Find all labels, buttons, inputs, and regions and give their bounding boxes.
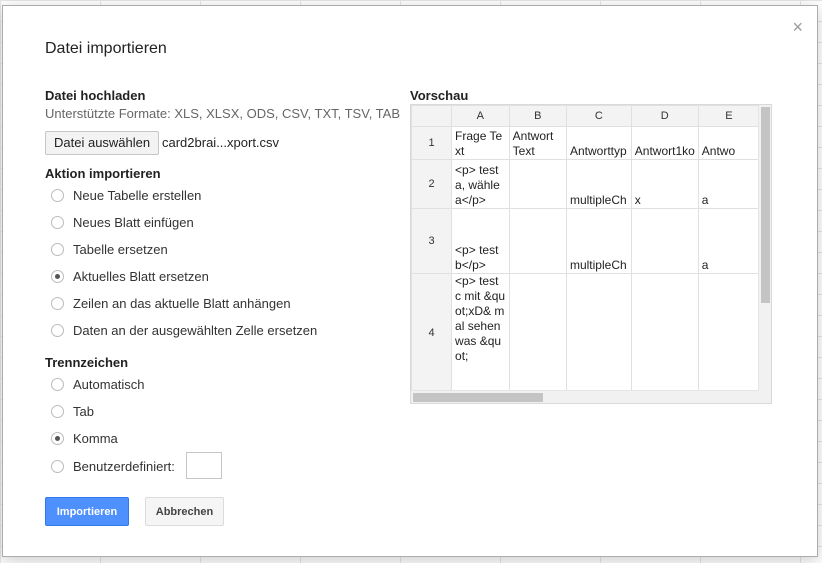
close-icon[interactable]: × bbox=[792, 18, 803, 36]
radio-separator-auto[interactable]: Automatisch bbox=[51, 377, 145, 392]
radio-separator-comma[interactable]: Komma bbox=[51, 431, 118, 446]
horizontal-scrollbar[interactable] bbox=[411, 390, 760, 403]
upload-heading: Datei hochladen bbox=[45, 88, 146, 103]
table-cell: Frage Text bbox=[451, 126, 510, 160]
radio-label: Daten an der ausgewählten Zelle ersetzen bbox=[73, 323, 318, 338]
dialog-title: Datei importieren bbox=[45, 40, 167, 57]
table-row: 2 <p> test a, wähle a</p> multipleCh x a bbox=[411, 159, 760, 209]
supported-formats: Unterstützte Formate: XLS, XLSX, ODS, CS… bbox=[45, 106, 400, 121]
radio-button[interactable] bbox=[51, 297, 64, 310]
radio-button[interactable] bbox=[51, 460, 64, 473]
table-cell: x bbox=[630, 159, 699, 209]
table-row: 3 <p> test b</p> multipleCh a bbox=[411, 208, 760, 274]
radio-label: Komma bbox=[73, 431, 118, 446]
table-cell: multipleCh bbox=[565, 159, 632, 209]
table-cell bbox=[697, 273, 760, 392]
vertical-scroll-thumb[interactable] bbox=[761, 107, 770, 303]
column-header-row: A B C D E bbox=[411, 105, 760, 127]
radio-insert-sheet[interactable]: Neues Blatt einfügen bbox=[51, 215, 194, 230]
row-number: 4 bbox=[411, 273, 453, 392]
preview-table: A B C D E 1 Frage Text Antwort Text Antw… bbox=[411, 105, 760, 392]
radio-label: Aktuelles Blatt ersetzen bbox=[73, 269, 209, 284]
table-cell bbox=[508, 273, 567, 392]
preview-heading: Vorschau bbox=[410, 88, 469, 103]
table-cell: multipleCh bbox=[565, 208, 632, 274]
column-header: A bbox=[451, 105, 510, 127]
table-cell bbox=[565, 273, 632, 392]
table-cell: <p> test a, wähle a</p> bbox=[451, 159, 510, 209]
table-cell: Antwort Text bbox=[508, 126, 567, 160]
horizontal-scroll-thumb[interactable] bbox=[413, 393, 543, 402]
row-number: 1 bbox=[411, 126, 453, 160]
separator-heading: Trennzeichen bbox=[45, 355, 129, 370]
table-cell bbox=[508, 159, 567, 209]
corner-cell bbox=[411, 105, 453, 127]
table-cell: <p> test c mit &quot;xD& mal sehen was &… bbox=[451, 273, 510, 392]
radio-separator-tab[interactable]: Tab bbox=[51, 404, 94, 419]
radio-label: Tab bbox=[73, 404, 94, 419]
column-header: C bbox=[565, 105, 632, 127]
radio-button[interactable] bbox=[51, 270, 64, 283]
vertical-scrollbar[interactable] bbox=[758, 105, 771, 392]
table-cell bbox=[630, 208, 699, 274]
radio-separator-custom[interactable]: Benutzerdefiniert: bbox=[51, 459, 175, 474]
radio-replace-spreadsheet[interactable]: Tabelle ersetzen bbox=[51, 242, 168, 257]
row-number: 2 bbox=[411, 159, 453, 209]
table-cell: Antwo bbox=[697, 126, 760, 160]
cancel-button[interactable]: Abbrechen bbox=[145, 497, 224, 526]
radio-replace-current-sheet[interactable]: Aktuelles Blatt ersetzen bbox=[51, 269, 209, 284]
radio-label: Neues Blatt einfügen bbox=[73, 215, 194, 230]
radio-new-spreadsheet[interactable]: Neue Tabelle erstellen bbox=[51, 188, 201, 203]
preview-panel: A B C D E 1 Frage Text Antwort Text Antw… bbox=[410, 104, 772, 404]
table-row: 1 Frage Text Antwort Text Antworttyp Ant… bbox=[411, 126, 760, 160]
radio-replace-at-cell[interactable]: Daten an der ausgewählten Zelle ersetzen bbox=[51, 323, 317, 338]
table-cell: Antworttyp bbox=[565, 126, 632, 160]
custom-separator-input[interactable] bbox=[186, 452, 222, 479]
choose-file-button[interactable]: Datei auswählen bbox=[45, 131, 160, 155]
radio-button[interactable] bbox=[51, 216, 64, 229]
radio-button[interactable] bbox=[51, 189, 64, 202]
scrollbar-corner bbox=[758, 390, 771, 403]
column-header: B bbox=[508, 105, 567, 127]
table-cell: Antwort1ko bbox=[630, 126, 699, 160]
table-cell bbox=[630, 273, 699, 392]
import-dialog: × Datei importieren Datei hochladen Unte… bbox=[2, 5, 818, 557]
table-cell: <p> test b</p> bbox=[451, 208, 510, 274]
radio-button[interactable] bbox=[51, 378, 64, 391]
radio-append-rows[interactable]: Zeilen an das aktuelle Blatt anhängen bbox=[51, 296, 291, 311]
import-action-heading: Aktion importieren bbox=[45, 166, 161, 181]
table-row: 4 <p> test c mit &quot;xD& mal sehen was… bbox=[411, 273, 760, 392]
radio-label: Benutzerdefiniert: bbox=[73, 459, 175, 474]
radio-button[interactable] bbox=[51, 243, 64, 256]
radio-label: Automatisch bbox=[73, 377, 145, 392]
radio-button[interactable] bbox=[51, 405, 64, 418]
row-number: 3 bbox=[411, 208, 453, 274]
radio-label: Zeilen an das aktuelle Blatt anhängen bbox=[73, 296, 291, 311]
column-header: E bbox=[697, 105, 760, 127]
table-cell: a bbox=[697, 159, 760, 209]
radio-label: Neue Tabelle erstellen bbox=[73, 188, 202, 203]
column-header: D bbox=[630, 105, 699, 127]
selected-file-name: card2brai...xport.csv bbox=[162, 135, 280, 150]
import-button[interactable]: Importieren bbox=[45, 497, 129, 526]
radio-label: Tabelle ersetzen bbox=[73, 242, 168, 257]
radio-button[interactable] bbox=[51, 324, 64, 337]
radio-button[interactable] bbox=[51, 432, 64, 445]
table-cell bbox=[508, 208, 567, 274]
preview-grid: A B C D E 1 Frage Text Antwort Text Antw… bbox=[411, 105, 760, 392]
table-cell: a bbox=[697, 208, 760, 274]
